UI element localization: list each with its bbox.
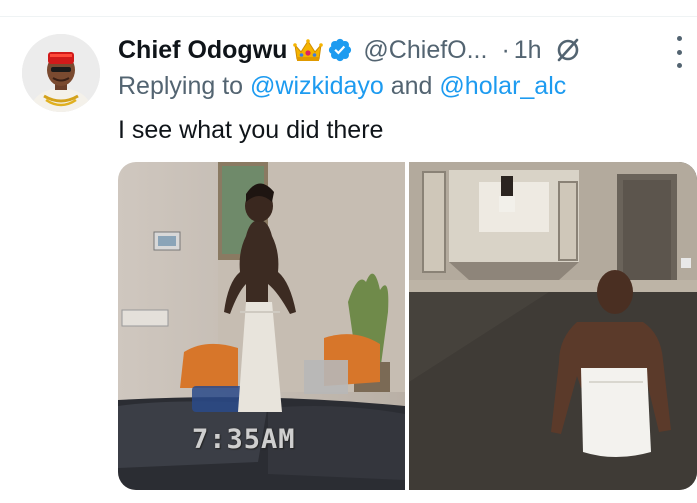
media-grid: 7:35AM xyxy=(118,162,697,490)
tweet-header: Chief Odogwu @ChiefO... · 1h xyxy=(118,32,582,68)
avatar[interactable] xyxy=(22,34,100,112)
more-dot xyxy=(676,36,682,41)
more-dot xyxy=(676,63,682,68)
reply-mention-wizkidayo[interactable]: @wizkidayo xyxy=(250,72,384,100)
display-name[interactable]: Chief Odogwu xyxy=(118,36,287,65)
reply-mention-holar-alc[interactable]: @holar_alc xyxy=(439,72,566,100)
more-dot xyxy=(676,49,682,55)
video-timestamp-overlay: 7:35AM xyxy=(192,424,296,455)
media-image-right[interactable] xyxy=(409,162,697,490)
more-options-icon[interactable] xyxy=(672,36,686,68)
tweet[interactable]: Chief Odogwu @ChiefO... · 1h Replying to… xyxy=(0,0,697,503)
verified-badge-icon[interactable] xyxy=(327,37,353,63)
reply-and: and xyxy=(390,72,433,100)
hallway-photo xyxy=(409,162,697,490)
dot-separator: · xyxy=(501,35,510,64)
reply-prefix: Replying to xyxy=(118,72,244,100)
user-handle[interactable]: @ChiefO... xyxy=(363,36,487,65)
timestamp[interactable]: 1h xyxy=(514,36,542,65)
crown-emoji-icon xyxy=(293,37,324,63)
grok-icon[interactable] xyxy=(554,36,582,64)
avatar-image xyxy=(22,34,100,112)
tweet-text: I see what you did there xyxy=(118,116,384,144)
replying-to-line: Replying to @wizkidayo and @holar_alc xyxy=(118,72,566,101)
media-image-left[interactable]: 7:35AM xyxy=(118,162,405,490)
